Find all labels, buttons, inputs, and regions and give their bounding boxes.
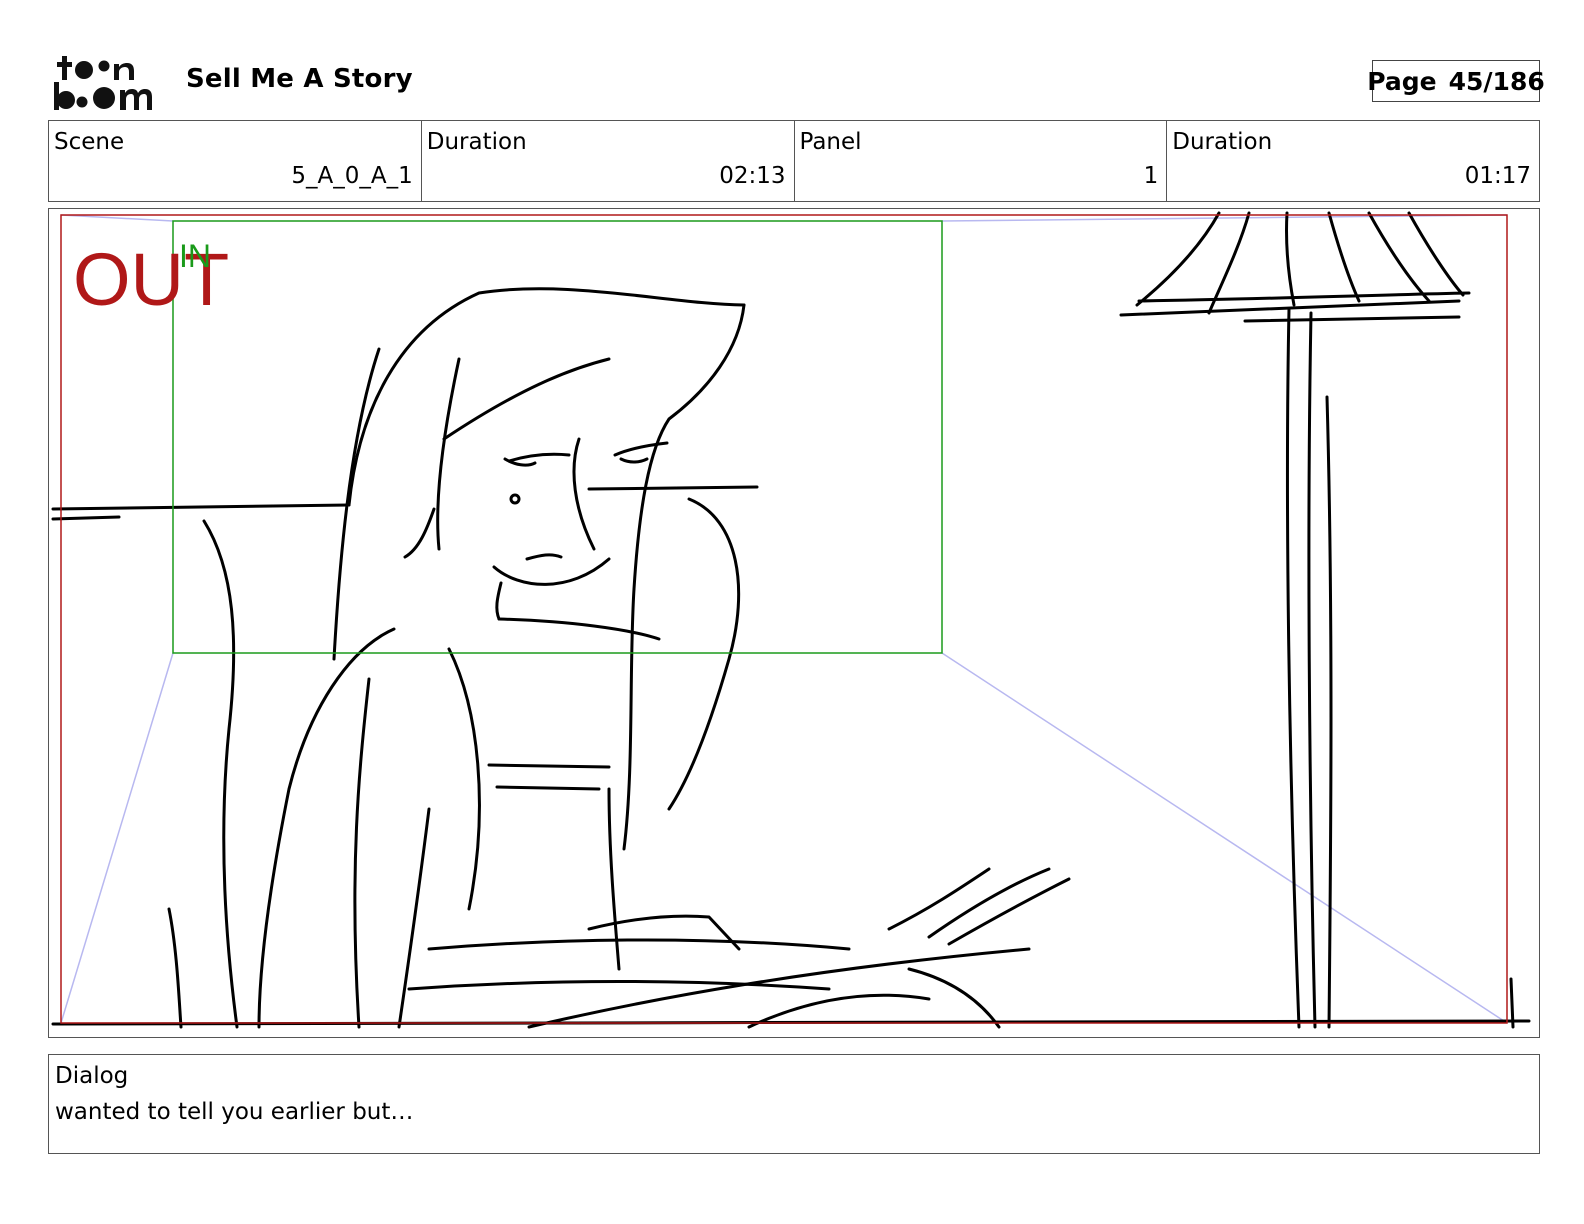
dialog-box: Dialog wanted to tell you earlier but… <box>48 1054 1540 1154</box>
scene-label: Scene <box>54 129 125 155</box>
dialog-label: Dialog <box>55 1063 129 1089</box>
panel-sketch: OUT IN <box>51 211 1531 1029</box>
storyboard-panel: OUT IN <box>48 208 1540 1038</box>
panel-value: 1 <box>1143 163 1159 189</box>
dialog-text: wanted to tell you earlier but… <box>55 1099 414 1125</box>
toonboom-logo <box>54 56 152 110</box>
scene-duration-value: 02:13 <box>719 163 786 189</box>
scene-value: 5_A_0_A_1 <box>291 163 413 189</box>
page-number: 45/186 <box>1448 66 1545 96</box>
scene-duration-label: Duration <box>426 129 527 155</box>
page-indicator: Page 45/186 <box>1367 60 1545 102</box>
scene-duration-cell: Duration 02:13 <box>422 121 795 201</box>
panel-duration-value: 01:17 <box>1464 163 1531 189</box>
document-title: Sell Me A Story <box>186 64 413 94</box>
panel-duration-label: Duration <box>1172 129 1273 155</box>
out-frame <box>60 214 1508 1024</box>
panel-cell: Panel 1 <box>795 121 1168 201</box>
page-label: Page <box>1367 66 1437 96</box>
in-frame <box>172 220 943 654</box>
in-label: IN <box>179 238 211 274</box>
character-sketch <box>51 211 1531 1029</box>
scene-cell: Scene 5_A_0_A_1 <box>49 121 422 201</box>
panel-duration-cell: Duration 01:17 <box>1167 121 1539 201</box>
camera-guide-lines <box>60 214 1508 1024</box>
panel-info-table: Scene 5_A_0_A_1 Duration 02:13 Panel 1 D… <box>48 120 1540 202</box>
panel-label: Panel <box>799 129 862 155</box>
